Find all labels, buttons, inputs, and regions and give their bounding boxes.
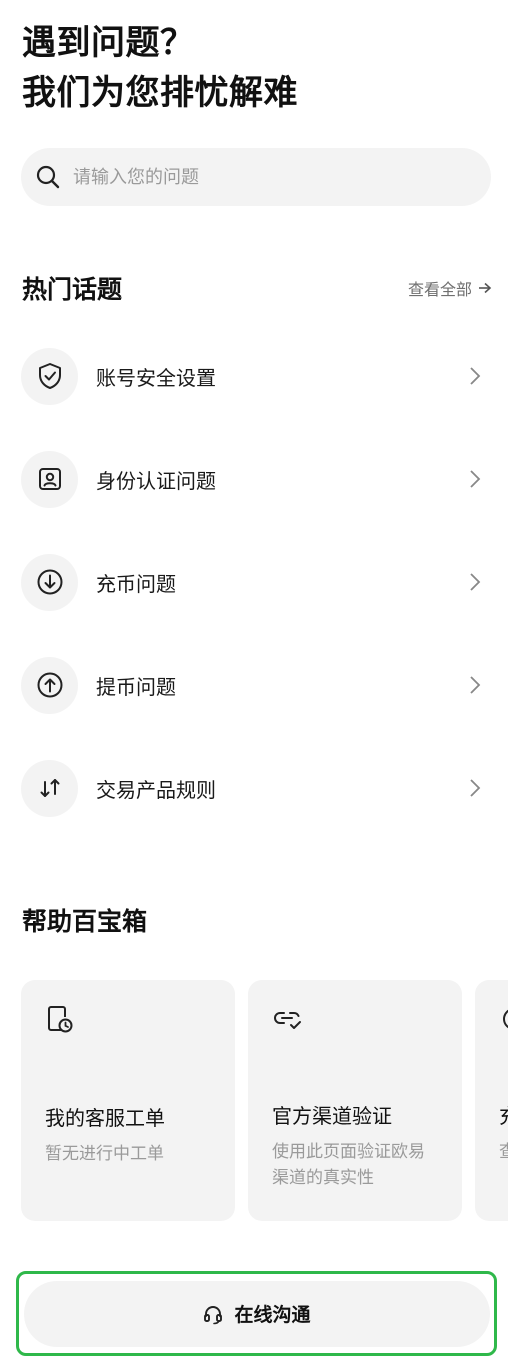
hot-topics-title: 热门话题 xyxy=(22,275,123,304)
see-all-label: 查看全部 xyxy=(407,280,472,299)
card-my-tickets[interactable]: 我的客服工单 暂无进行中工单 xyxy=(21,980,235,1221)
online-chat-highlight: 在线沟通 xyxy=(16,1271,497,1356)
card-title: 我的客服工单 xyxy=(45,1106,165,1130)
toolbox-header: 帮助百宝箱 xyxy=(22,902,492,938)
topic-icon-wrap xyxy=(21,759,78,817)
chevron-right-icon xyxy=(470,779,481,797)
topic-label: 身份认证问题 xyxy=(96,468,216,493)
topic-icon-wrap xyxy=(21,450,78,508)
chevron-right-icon xyxy=(470,367,481,385)
topic-label: 账号安全设置 xyxy=(96,365,216,390)
chevron-right-icon xyxy=(470,573,481,591)
topic-icon-wrap xyxy=(21,347,78,405)
swap-arrows-icon xyxy=(40,779,59,797)
topic-trading-rules[interactable]: 交易产品规则 xyxy=(21,758,491,818)
withdraw-arrow-up-icon xyxy=(37,672,62,698)
topic-label: 充币问题 xyxy=(96,571,176,596)
topic-icon-wrap xyxy=(21,656,78,714)
search-bar[interactable] xyxy=(21,148,491,206)
hot-topics-header: 热门话题 查看全部 xyxy=(22,270,492,306)
card-description: 使用此页面验证欧易渠道的真实性 xyxy=(272,1142,425,1188)
card-title: 官方渠道验证 xyxy=(272,1104,392,1128)
topic-deposit[interactable]: 充币问题 xyxy=(21,552,491,612)
topic-label: 提币问题 xyxy=(96,674,176,699)
chevron-right-icon xyxy=(470,470,481,488)
page-title-line-2: 我们为您排忧解难 xyxy=(22,73,298,113)
card-official-channel-verification[interactable]: 官方渠道验证 使用此页面验证欧易渠道的真实性 xyxy=(248,980,462,1221)
topic-withdrawal[interactable]: 提币问题 xyxy=(21,655,491,715)
topic-account-security[interactable]: 账号安全设置 xyxy=(21,346,491,406)
deposit-arrow-down-icon xyxy=(37,569,62,595)
topic-identity-verification[interactable]: 身份认证问题 xyxy=(21,449,491,509)
toolbox-title: 帮助百宝箱 xyxy=(22,907,148,936)
shield-check-icon xyxy=(38,363,61,389)
arrow-right-icon xyxy=(479,282,492,294)
page-title-line-1: 遇到问题？ xyxy=(22,23,195,63)
id-card-icon xyxy=(38,468,61,490)
search-input[interactable] xyxy=(71,165,455,189)
page-title: 遇到问题？ 我们为您排忧解难 xyxy=(22,18,298,118)
card-description: 查 xyxy=(499,1142,508,1162)
search-icon xyxy=(36,165,60,189)
chevron-right-icon xyxy=(470,676,481,694)
link-check-icon xyxy=(274,1012,301,1029)
card-description: 暂无进行中工单 xyxy=(45,1144,164,1164)
card-partial[interactable]: 充 查 xyxy=(475,980,508,1221)
card-title: 充 xyxy=(499,1100,508,1129)
topic-label: 交易产品规则 xyxy=(96,777,216,802)
see-all-link[interactable]: 查看全部 xyxy=(408,276,492,300)
ticket-clock-icon xyxy=(48,1006,73,1033)
online-chat-label: 在线沟通 xyxy=(234,1304,311,1326)
topic-icon-wrap xyxy=(21,553,78,611)
headset-icon xyxy=(204,1305,223,1324)
help-center-page: 遇到问题？ 我们为您排忧解难 热门话题 查看全部 账号安全设置 xyxy=(0,0,508,1370)
online-chat-button[interactable]: 在线沟通 xyxy=(23,1280,490,1347)
partial-card-icon xyxy=(503,1009,508,1029)
